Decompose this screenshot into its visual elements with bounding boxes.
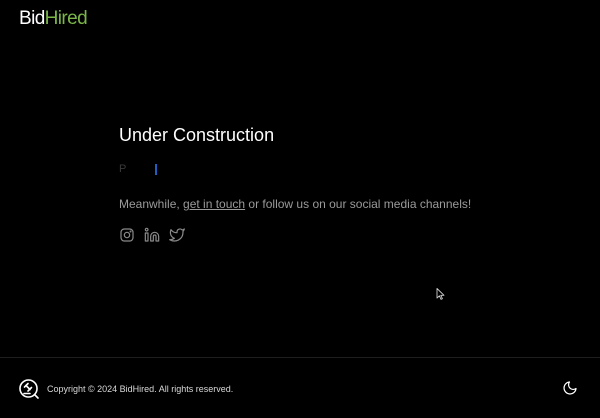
copyright-text: Copyright © 2024 BidHired. All rights re… — [47, 384, 234, 394]
social-links — [119, 227, 519, 243]
instagram-icon[interactable] — [119, 227, 135, 243]
text-cursor — [155, 164, 157, 175]
logo-text-hired: Hired — [44, 8, 88, 29]
page-title: Under Construction — [119, 125, 275, 145]
footer: Copyright © 2024 BidHired. All rights re… — [0, 357, 600, 418]
linkedin-icon[interactable] — [144, 227, 160, 243]
main-content: Under Construction P Meanwhile, get in t… — [119, 124, 519, 243]
message-before: Meanwhile, — [119, 197, 184, 211]
logo-text-bid: Bid — [19, 8, 45, 29]
twitter-icon[interactable] — [169, 227, 185, 243]
typing-text: P — [119, 163, 519, 177]
typing-text-value: P — [119, 163, 127, 175]
bidhired-mark-icon[interactable] — [18, 378, 40, 400]
get-in-touch-link[interactable]: get in touch — [183, 197, 245, 211]
mouse-pointer-icon — [436, 287, 445, 300]
page: BidHired Under Construction P Meanwhile,… — [0, 0, 600, 418]
moon-icon[interactable] — [562, 380, 578, 396]
bidhired-logo[interactable]: BidHired — [19, 8, 88, 30]
message-after: or follow us on our social media channel… — [245, 197, 472, 211]
contact-message: Meanwhile, get in touch or follow us on … — [119, 196, 519, 212]
